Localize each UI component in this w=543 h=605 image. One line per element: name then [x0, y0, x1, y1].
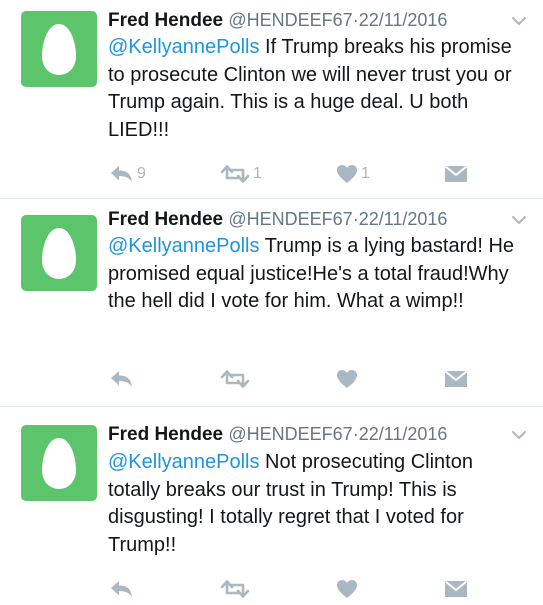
- tweet-actions: [108, 575, 488, 605]
- reply-icon: [111, 166, 132, 182]
- retweet-icon: [220, 580, 250, 598]
- tweet-actions: [108, 365, 488, 395]
- reply-button[interactable]: [108, 575, 137, 603]
- tweet-text: @KellyannePolls If Trump breaks his prom…: [108, 34, 528, 144]
- like-icon: [337, 370, 357, 388]
- direct-message-button[interactable]: [444, 575, 468, 603]
- retweet-count: 1: [253, 165, 262, 182]
- tweet[interactable]: Fred Hendee @HENDEEF67·22/11/2016 @Kelly…: [0, 407, 543, 603]
- tweet-date[interactable]: 22/11/2016: [359, 10, 448, 30]
- tweet-date[interactable]: 22/11/2016: [359, 209, 448, 229]
- direct-message-icon: [444, 580, 468, 597]
- reply-button[interactable]: 9: [108, 160, 146, 188]
- caret-down-icon[interactable]: [511, 14, 527, 26]
- tweet-header: Fred Hendee @HENDEEF67·22/11/2016: [108, 422, 447, 447]
- tweet-header: Fred Hendee @HENDEEF67·22/11/2016: [108, 207, 447, 232]
- tweet[interactable]: Fred Hendee @HENDEEF67·22/11/2016 @Kelly…: [0, 199, 543, 407]
- reply-icon: [111, 371, 132, 387]
- tweet-header: Fred Hendee @HENDEEF67·22/11/2016: [108, 8, 447, 33]
- like-button[interactable]: [336, 575, 361, 603]
- mention-link[interactable]: @KellyannePolls: [108, 451, 260, 473]
- caret-down-icon[interactable]: [511, 213, 527, 225]
- direct-message-icon: [444, 370, 468, 387]
- direct-message-button[interactable]: [444, 365, 468, 393]
- avatar[interactable]: [21, 11, 97, 87]
- egg-avatar-icon: [21, 11, 97, 87]
- mention-link[interactable]: @KellyannePolls: [108, 235, 260, 257]
- like-count: 1: [361, 165, 370, 182]
- tweet-feed: Fred Hendee @HENDEEF67·22/11/2016 @Kelly…: [0, 0, 543, 603]
- retweet-icon: [220, 165, 250, 183]
- caret-down-icon[interactable]: [511, 428, 527, 440]
- direct-message-icon: [444, 165, 468, 182]
- like-icon: [337, 165, 357, 183]
- tweet[interactable]: Fred Hendee @HENDEEF67·22/11/2016 @Kelly…: [0, 0, 543, 199]
- avatar[interactable]: [21, 215, 97, 291]
- tweet-date[interactable]: 22/11/2016: [359, 424, 448, 444]
- retweet-button[interactable]: [220, 575, 253, 603]
- tweet-text: @KellyannePolls Trump is a lying bastard…: [108, 233, 528, 316]
- like-button[interactable]: 1: [336, 160, 370, 188]
- mention-link[interactable]: @KellyannePolls: [108, 36, 260, 58]
- like-icon: [337, 580, 357, 598]
- author-name[interactable]: Fred Hendee: [108, 424, 223, 445]
- like-button[interactable]: [336, 365, 361, 393]
- reply-count: 9: [137, 165, 146, 182]
- tweet-actions: 9 1 1: [108, 160, 488, 190]
- author-name[interactable]: Fred Hendee: [108, 10, 223, 31]
- direct-message-button[interactable]: [444, 160, 468, 188]
- reply-icon: [111, 581, 132, 597]
- retweet-button[interactable]: [220, 365, 253, 393]
- author-handle[interactable]: @HENDEEF67: [228, 209, 352, 229]
- tweet-text: @KellyannePolls Not prosecuting Clinton …: [108, 449, 528, 559]
- retweet-icon: [220, 370, 250, 388]
- avatar[interactable]: [21, 425, 97, 501]
- reply-button[interactable]: [108, 365, 137, 393]
- retweet-button[interactable]: 1: [220, 160, 262, 188]
- author-handle[interactable]: @HENDEEF67: [228, 424, 352, 444]
- author-name[interactable]: Fred Hendee: [108, 209, 223, 230]
- author-handle[interactable]: @HENDEEF67: [228, 10, 352, 30]
- egg-avatar-icon: [21, 425, 97, 501]
- egg-avatar-icon: [21, 215, 97, 291]
